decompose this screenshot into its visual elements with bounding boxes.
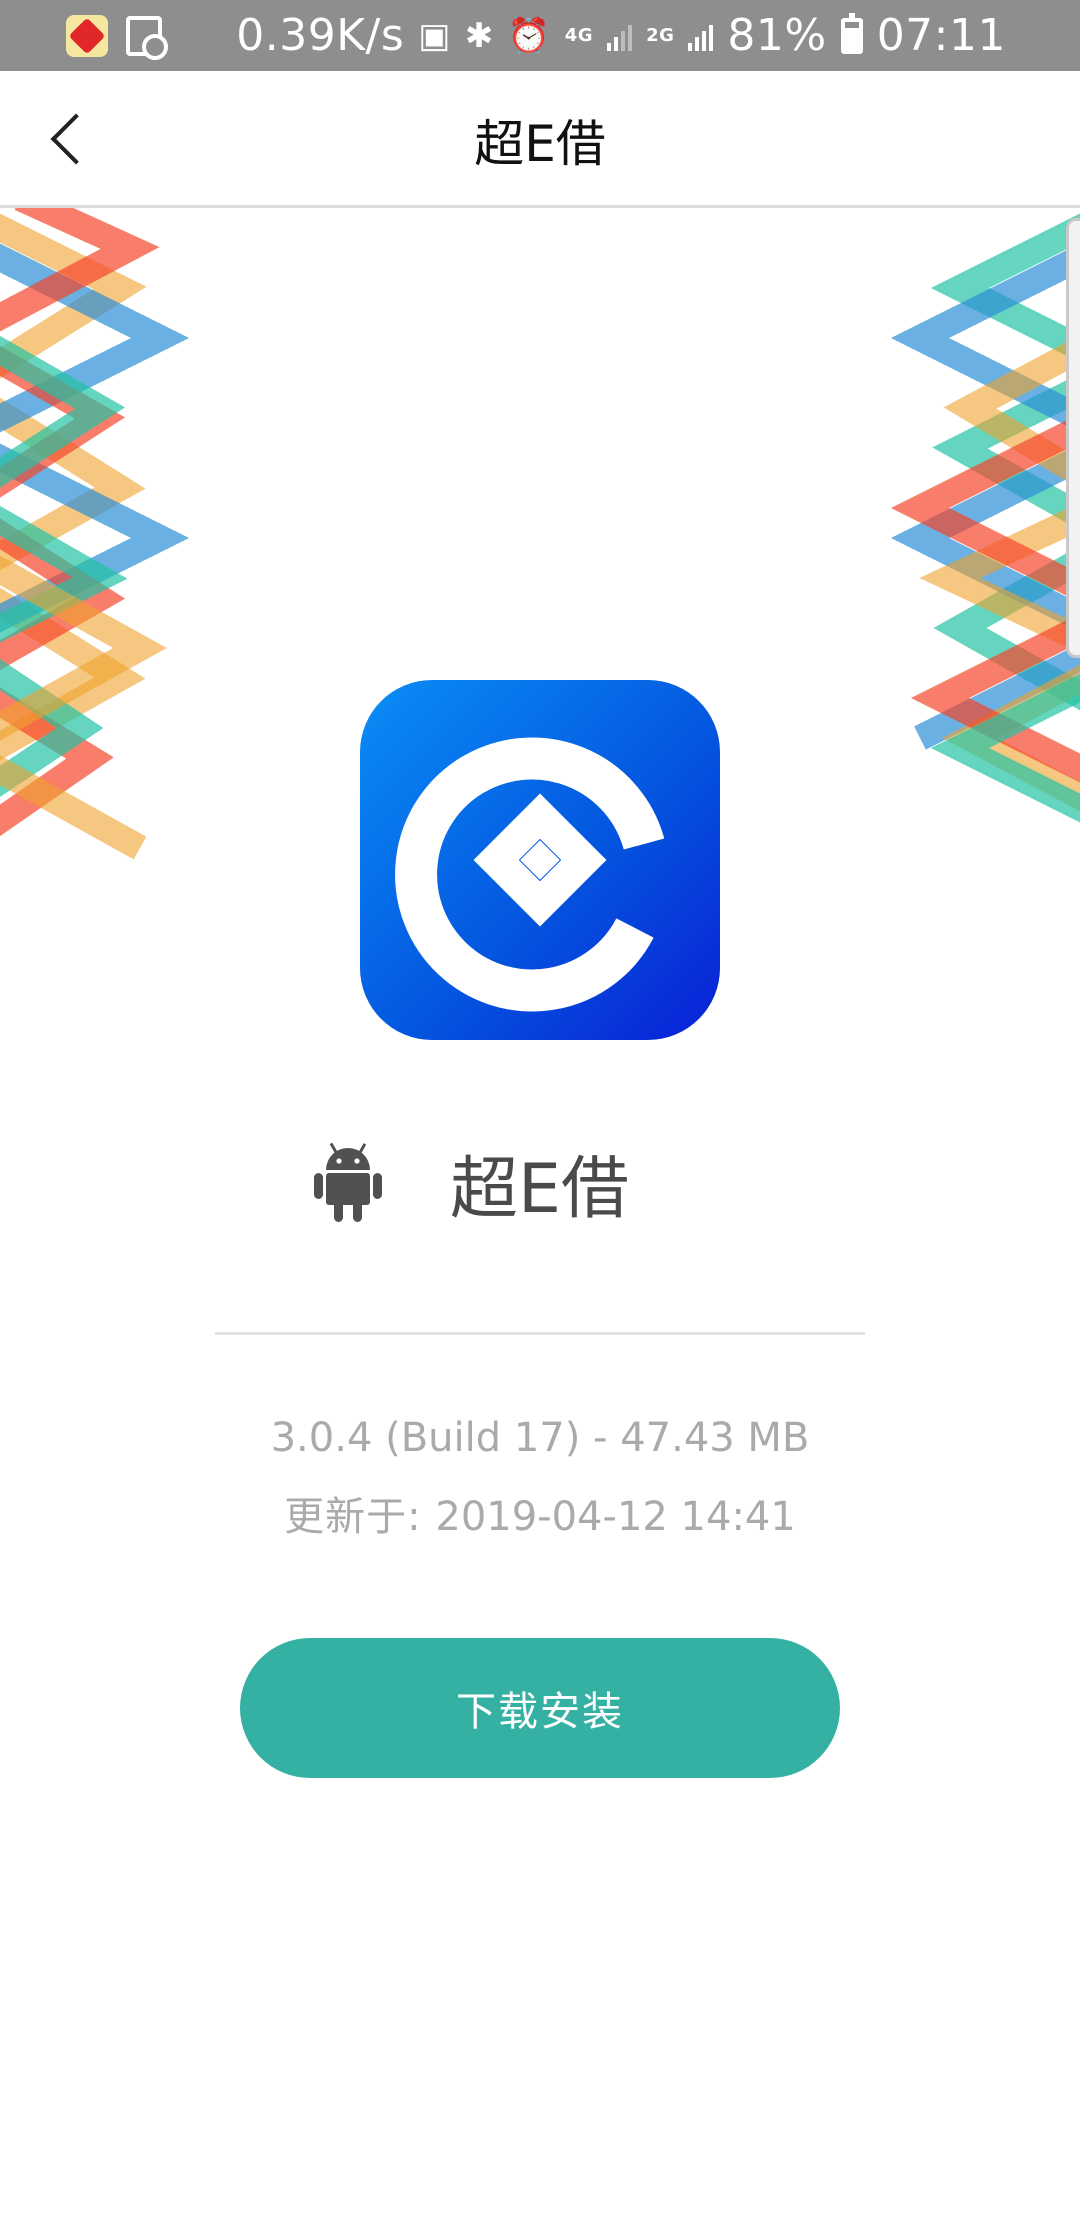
android-icon <box>314 1142 382 1222</box>
chevron-left-icon <box>50 113 102 165</box>
signal-2g-icon <box>688 21 714 51</box>
version-info: 3.0.4 (Build 17) - 47.43 MB <box>270 1415 810 1461</box>
app-name: 超E借 <box>450 1150 629 1229</box>
app-logo <box>360 680 720 1040</box>
network-speed: 0.39K/s <box>236 10 405 61</box>
download-install-button[interactable]: 下载安装 <box>240 1638 840 1778</box>
status-bar-right: 0.39K/s ▣ ✱ ⏰ 4G 2G 81% 07:11 <box>236 0 1006 71</box>
nav-bar: 超E借 <box>0 71 1080 208</box>
nfc-icon: ▣ <box>418 15 451 56</box>
decorative-pattern-right <box>890 213 1080 823</box>
status-bar: 0.39K/s ▣ ✱ ⏰ 4G 2G 81% 07:11 <box>0 0 1080 71</box>
alarm-icon: ⏰ <box>507 15 551 56</box>
sim-card-icon <box>126 15 168 60</box>
bluetooth-icon: ✱ <box>464 15 494 56</box>
battery-percent: 81% <box>727 10 827 61</box>
clock: 07:11 <box>876 10 1006 61</box>
edge-panel-handle[interactable] <box>1066 218 1080 658</box>
notification-app-icon <box>66 14 108 57</box>
divider <box>215 1332 865 1335</box>
network-2g-label: 2G <box>646 24 675 46</box>
update-date: 2019-04-12 14:41 <box>435 1494 796 1540</box>
update-info: 更新于: 2019-04-12 14:41 <box>0 1484 1080 1542</box>
update-label: 更新于: <box>284 1494 436 1540</box>
decorative-pattern-left <box>0 208 190 860</box>
status-bar-left <box>66 14 168 60</box>
page-title: 超E借 <box>474 114 606 173</box>
back-button[interactable] <box>28 99 108 179</box>
network-4g-label: 4G <box>564 24 594 46</box>
signal-4g-icon <box>607 21 633 51</box>
battery-icon <box>840 12 863 54</box>
app-logo-mark <box>395 737 665 1012</box>
